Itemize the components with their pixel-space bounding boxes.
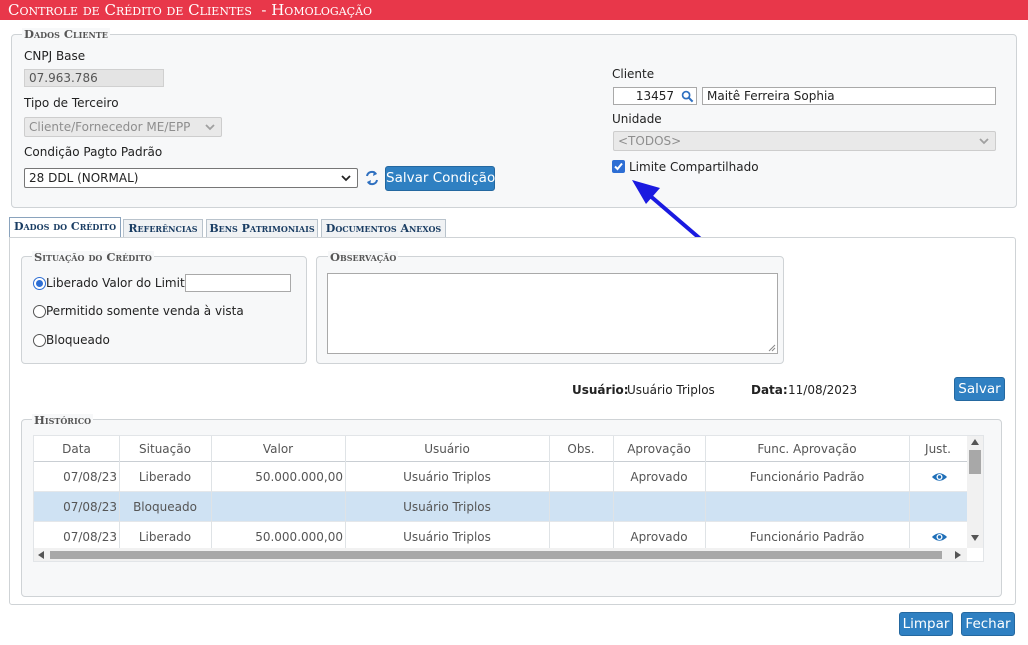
salvar-condicao-button[interactable]: Salvar Condição	[385, 166, 495, 191]
table-row[interactable]: 07/08/23 Liberado 50.000.000,00 Usuário …	[34, 462, 967, 492]
cell-situacao: Bloqueado	[133, 500, 197, 514]
column-divider	[549, 436, 550, 548]
condicao-label: Condição Pagto Padrão	[24, 145, 163, 159]
chevron-down-icon	[341, 175, 351, 182]
column-divider	[909, 436, 910, 548]
vertical-scrollbar[interactable]	[967, 436, 983, 548]
limpar-button[interactable]: Limpar	[899, 612, 953, 636]
column-divider	[211, 436, 212, 548]
column-header-valor[interactable]: Valor	[211, 436, 345, 462]
historico-grid: Data Situação Valor Usuário Obs. Aprovaç…	[33, 435, 984, 562]
cell-situacao: Liberado	[138, 470, 192, 484]
radio-liberado-label: Liberado Valor do Limite:	[46, 276, 197, 290]
column-divider	[705, 436, 706, 548]
cell-data: 07/08/23	[63, 500, 117, 514]
salvar-button[interactable]: Salvar	[954, 377, 1005, 401]
scroll-up-icon[interactable]	[971, 439, 979, 445]
unidade-label: Unidade	[612, 112, 662, 126]
column-divider	[119, 436, 120, 548]
column-header-data[interactable]: Data	[34, 436, 119, 462]
cell-obs	[549, 462, 613, 492]
condicao-select[interactable]: 28 DDL (NORMAL)	[24, 168, 358, 188]
column-header-obs[interactable]: Obs.	[549, 436, 613, 462]
radio-bloqueado[interactable]	[33, 334, 46, 347]
table-row[interactable]: 07/08/23 Bloqueado Usuário Triplos	[34, 492, 967, 522]
cnpj-label: CNPJ Base	[24, 49, 86, 63]
column-header-aprovacao[interactable]: Aprovação	[613, 436, 705, 462]
cell-aprovacao: Aprovado	[630, 470, 688, 484]
column-header-just[interactable]: Just.	[909, 436, 967, 462]
observacao-legend: Observação	[328, 250, 399, 264]
tab-bens-patrimoniais[interactable]: Bens Patrimoniais	[206, 219, 318, 237]
eye-icon[interactable]	[931, 531, 948, 543]
limite-valor-input[interactable]	[185, 274, 291, 292]
cell-usuario: Usuário Triplos	[403, 500, 491, 514]
cliente-code-value: 13457	[635, 89, 674, 103]
cell-func-aprovacao	[705, 492, 909, 522]
cell-usuario: Usuário Triplos	[403, 470, 491, 484]
cliente-name-field[interactable]: Maitê Ferreira Sophia	[702, 87, 996, 105]
horizontal-scroll-thumb[interactable]	[50, 551, 942, 559]
dados-cliente-legend: Dados Cliente	[22, 27, 110, 41]
scroll-right-icon[interactable]	[955, 551, 961, 559]
column-header-usuario[interactable]: Usuário	[345, 436, 549, 462]
resize-handle-icon[interactable]	[768, 344, 776, 352]
usuario-label: Usuário:	[572, 383, 629, 397]
scroll-down-icon[interactable]	[971, 535, 979, 541]
cell-aprovacao	[613, 492, 705, 522]
column-divider	[345, 436, 346, 548]
vertical-scroll-thumb[interactable]	[969, 450, 981, 474]
search-icon[interactable]	[681, 90, 694, 103]
cnpj-field[interactable]: 07.963.786	[24, 69, 164, 87]
eye-icon[interactable]	[931, 471, 948, 483]
cell-data: 07/08/23	[63, 470, 117, 484]
tab-referencias[interactable]: Referências	[123, 219, 203, 237]
grid-header: Data Situação Valor Usuário Obs. Aprovaç…	[34, 436, 967, 462]
window-title: Controle de Crédito de Clientes - Homolo…	[0, 0, 1028, 20]
unidade-select[interactable]: <TODOS>	[613, 131, 996, 151]
cell-func-aprovacao: Funcionário Padrão	[749, 470, 865, 484]
chevron-down-icon	[205, 124, 215, 131]
fechar-button[interactable]: Fechar	[961, 612, 1015, 636]
unidade-value: <TODOS>	[618, 134, 682, 148]
data-label: Data:	[751, 383, 788, 397]
condicao-value: 28 DDL (NORMAL)	[29, 171, 139, 185]
chevron-down-icon	[979, 138, 989, 145]
column-header-func-aprovacao[interactable]: Func. Aprovação	[705, 436, 909, 462]
tab-documentos-anexos[interactable]: Documentos Anexos	[321, 219, 446, 237]
cliente-label: Cliente	[612, 67, 655, 81]
usuario-value: Usuário Triplos	[627, 383, 715, 397]
refresh-icon[interactable]	[364, 170, 380, 186]
tipo-terceiro-value: Cliente/Fornecedor ME/EPP	[29, 120, 191, 134]
column-header-situacao[interactable]: Situação	[119, 436, 211, 462]
tipo-terceiro-label: Tipo de Terceiro	[24, 96, 119, 110]
tipo-terceiro-select[interactable]: Cliente/Fornecedor ME/EPP	[24, 117, 222, 137]
cell-valor: 50.000.000,00	[255, 470, 343, 484]
tab-dados-credito[interactable]: Dados do Crédito	[9, 217, 121, 237]
radio-bloqueado-label: Bloqueado	[46, 333, 110, 347]
horizontal-scrollbar[interactable]	[34, 548, 967, 561]
radio-venda-vista-label: Permitido somente venda à vista	[46, 304, 244, 318]
data-value: 11/08/2023	[788, 383, 858, 397]
radio-liberado[interactable]	[33, 277, 46, 290]
scroll-left-icon[interactable]	[38, 551, 44, 559]
historico-legend: Histórico	[32, 413, 94, 427]
cell-valor	[211, 492, 343, 522]
observacao-textarea[interactable]	[327, 273, 778, 354]
column-divider	[613, 436, 614, 548]
cell-obs	[549, 492, 613, 522]
radio-venda-vista[interactable]	[33, 305, 46, 318]
situacao-legend: Situação do Crédito	[32, 250, 154, 264]
